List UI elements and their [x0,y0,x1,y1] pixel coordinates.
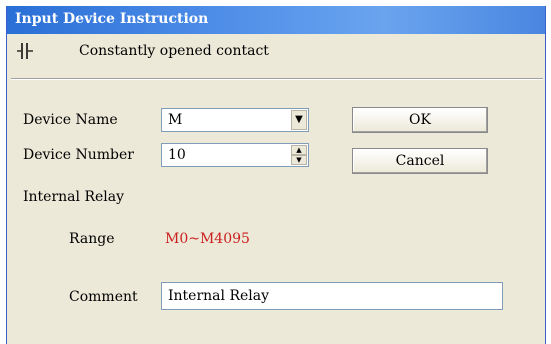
comment-field[interactable]: Internal Relay [161,282,503,310]
spin-up-icon[interactable]: ▲ [291,145,307,155]
device-name-value: M [168,112,183,128]
contact-row: Constantly opened contact [7,35,545,69]
ok-button[interactable]: OK [352,107,488,133]
device-number-stepper[interactable]: 10 ▲ ▼ [161,143,309,167]
range-label: Range [69,231,115,247]
input-device-dialog: Input Device Instruction Constantly open… [6,6,546,344]
spin-down-icon[interactable]: ▼ [291,155,307,165]
chevron-down-icon[interactable]: ▼ [291,110,307,130]
cancel-button[interactable]: Cancel [352,148,488,174]
device-name-label: Device Name [23,112,118,128]
device-number-value: 10 [168,147,186,163]
comment-label: Comment [69,289,138,305]
separator [11,78,543,80]
contact-type-label: Constantly opened contact [79,43,269,59]
device-name-select[interactable]: M ▼ [161,108,309,132]
device-type-label: Internal Relay [23,189,125,205]
device-number-label: Device Number [23,147,134,163]
range-value: M0~M4095 [165,231,250,247]
dialog-title: Input Device Instruction [15,11,209,27]
title-bar[interactable]: Input Device Instruction [7,6,545,34]
comment-value: Internal Relay [168,288,270,304]
normally-open-contact-icon [17,42,33,60]
